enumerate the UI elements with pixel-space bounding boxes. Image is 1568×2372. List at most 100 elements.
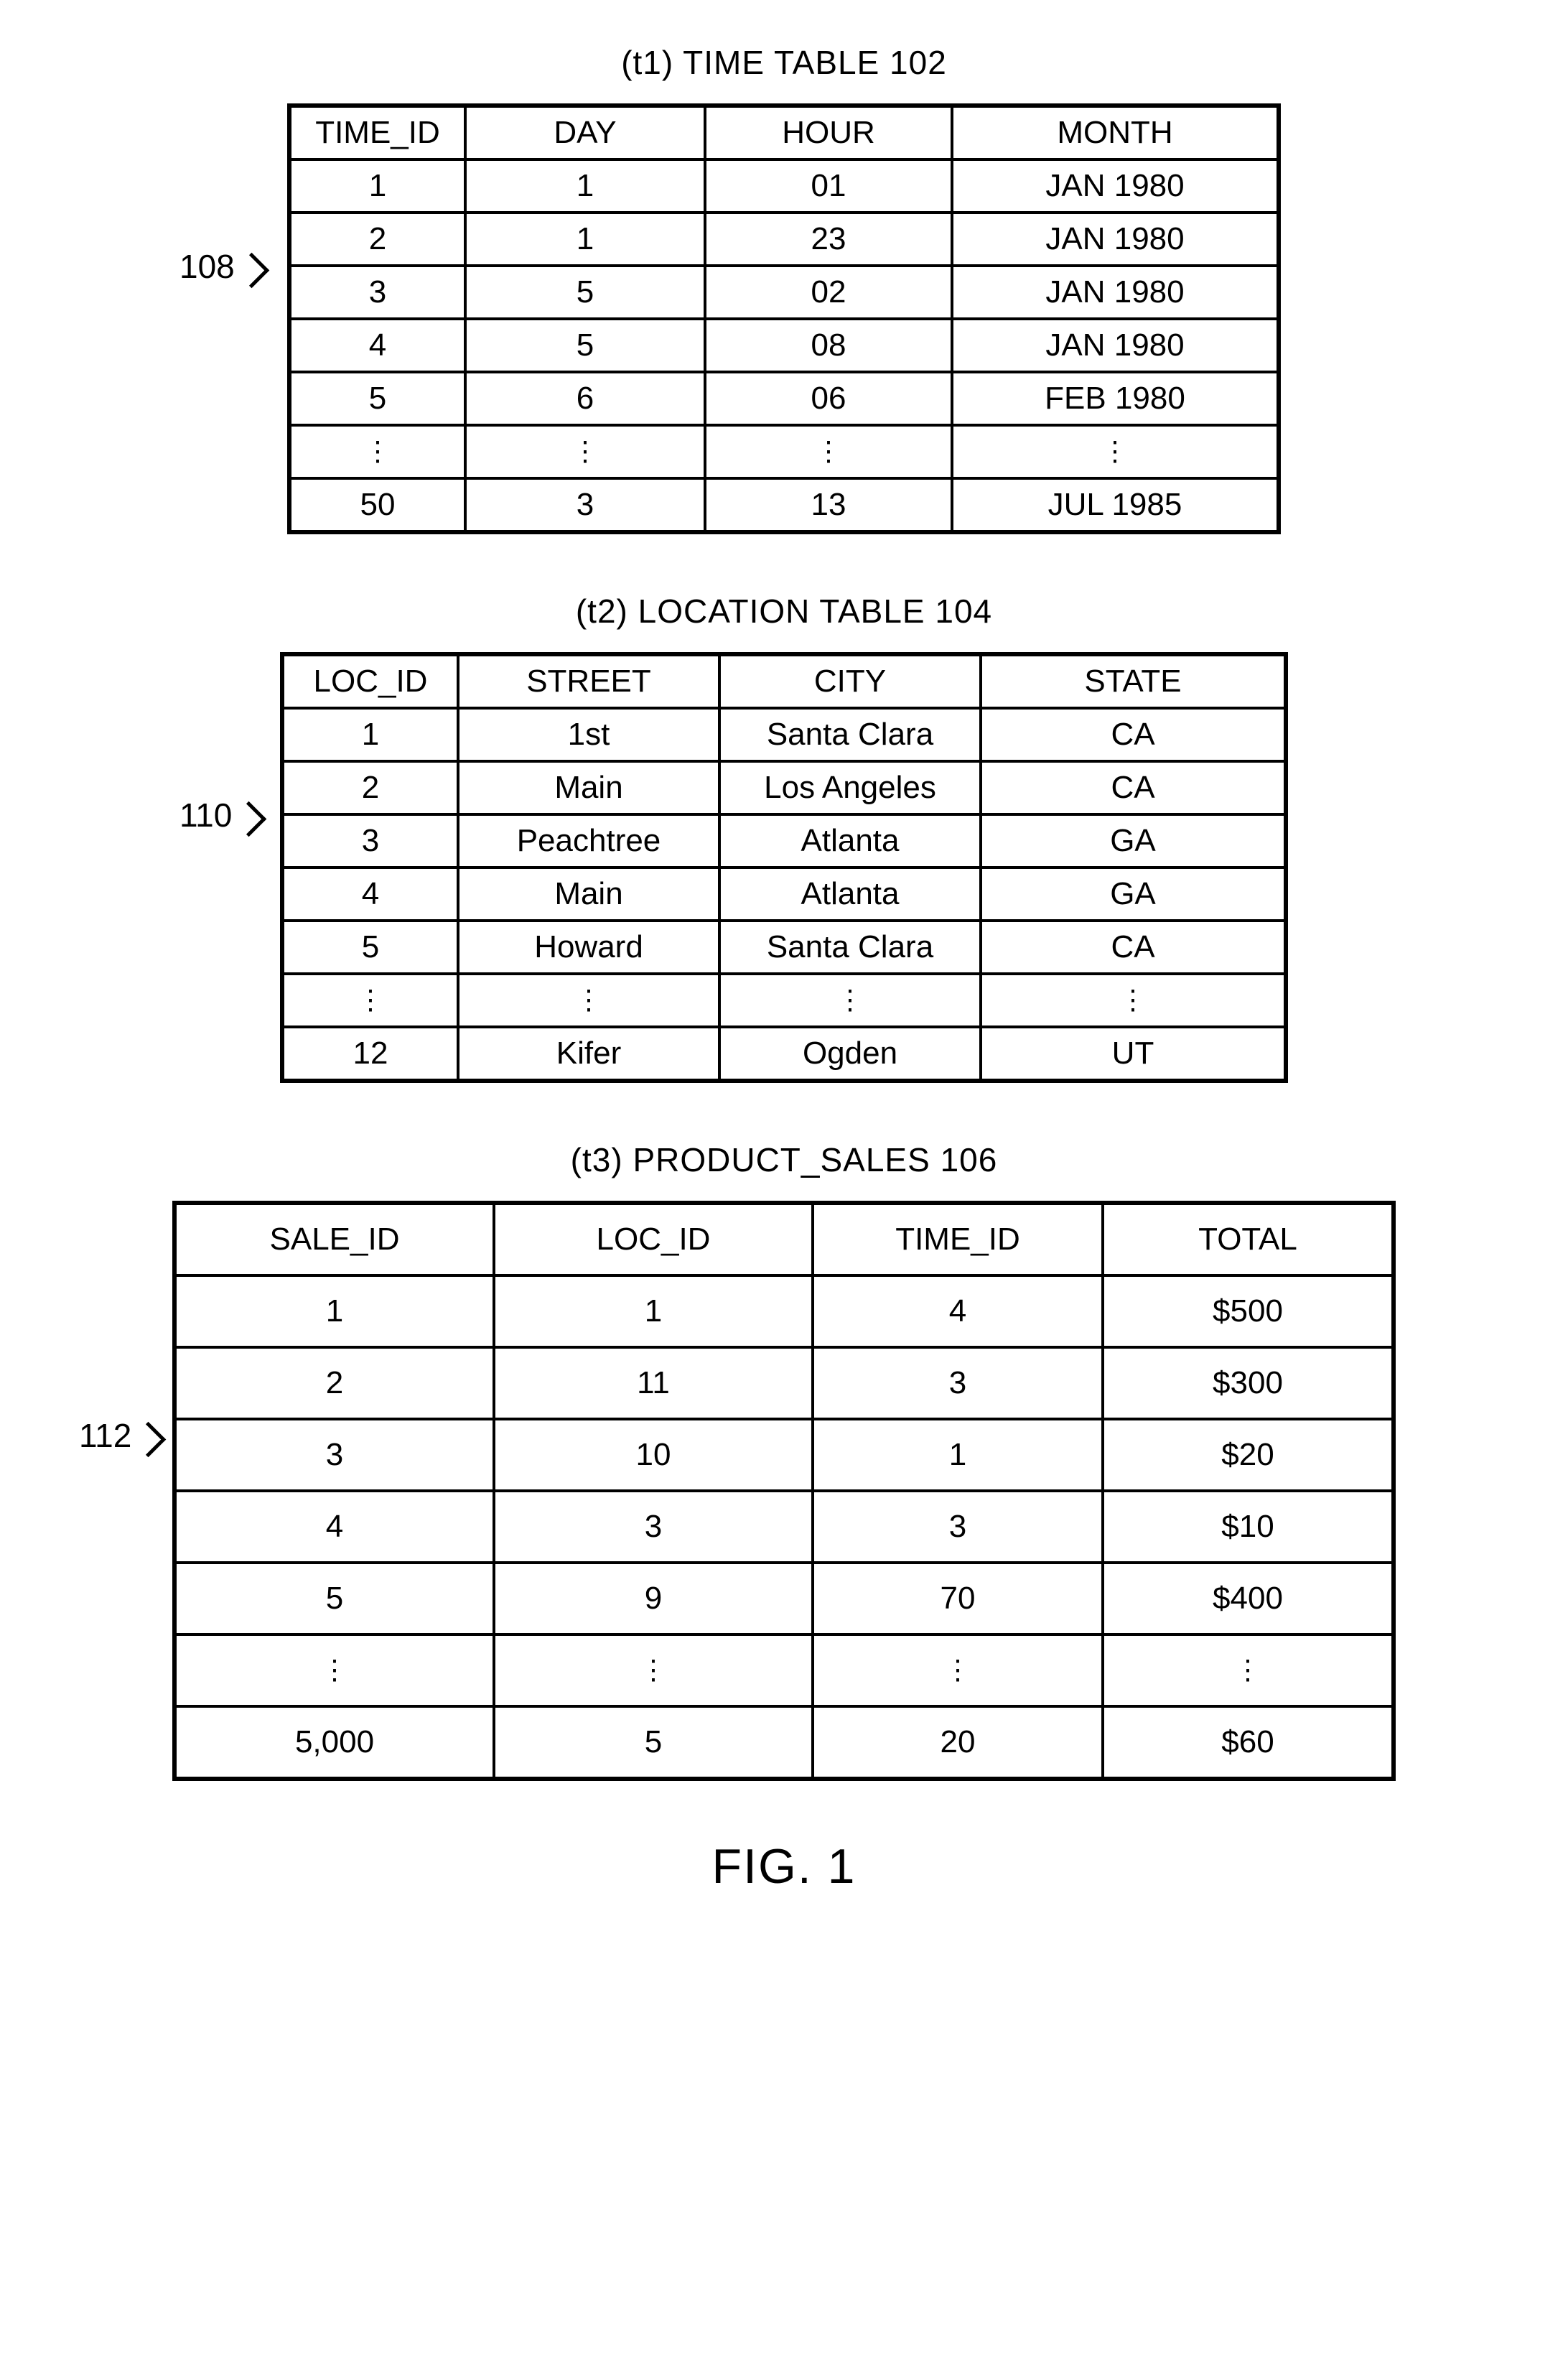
table-cell: 4 — [174, 1491, 494, 1563]
table-cell: 5 — [289, 372, 465, 425]
table-cell: JAN 1980 — [952, 266, 1279, 319]
figure-label: FIG. 1 — [72, 1838, 1496, 1894]
table-cell: 4 — [289, 319, 465, 372]
table-cell: 1 — [465, 213, 705, 266]
table-cell: 1 — [289, 159, 465, 213]
table-cell: 13 — [705, 478, 952, 532]
table-cell: ⋮ — [952, 425, 1279, 478]
table-cell: $20 — [1103, 1419, 1394, 1491]
table-cell: Main — [458, 761, 719, 814]
table-cell: $300 — [1103, 1347, 1394, 1419]
table-cell: Main — [458, 868, 719, 921]
table-cell: 5,000 — [174, 1706, 494, 1779]
table-row: 12KiferOgdenUT — [282, 1027, 1286, 1081]
table-cell: 1 — [174, 1275, 494, 1347]
callout-number: 112 — [79, 1416, 131, 1455]
table-caption: (t1) TIME TABLE 102 — [72, 43, 1496, 82]
table-cell: Ogden — [719, 1027, 981, 1081]
column-header: SALE_ID — [174, 1203, 494, 1275]
table-cell: $400 — [1103, 1563, 1394, 1634]
table-cell: 3 — [494, 1491, 813, 1563]
table-row: 2123JAN 1980 — [289, 213, 1279, 266]
table-cell: JUL 1985 — [952, 478, 1279, 532]
table-cell: 06 — [705, 372, 952, 425]
table-row: ⋮⋮⋮⋮ — [282, 974, 1286, 1027]
callout-number: 108 — [179, 247, 235, 286]
table-cell: 1 — [465, 159, 705, 213]
table-cell: 5 — [174, 1563, 494, 1634]
reference-callout: 110 — [179, 796, 261, 834]
table-row: 4MainAtlantaGA — [282, 868, 1286, 921]
table-cell: GA — [981, 814, 1286, 868]
table-cell: 6 — [465, 372, 705, 425]
table-cell: 1 — [813, 1419, 1103, 1491]
column-header: TOTAL — [1103, 1203, 1394, 1275]
callout-pointer-icon — [131, 1421, 166, 1456]
column-header: HOUR — [705, 106, 952, 159]
table-cell: Santa Clara — [719, 708, 981, 761]
column-header: LOC_ID — [494, 1203, 813, 1275]
table-cell: 50 — [289, 478, 465, 532]
table-row: 433$10 — [174, 1491, 1394, 1563]
table-cell: JAN 1980 — [952, 319, 1279, 372]
table-row: 3PeachtreeAtlantaGA — [282, 814, 1286, 868]
table-cell: 20 — [813, 1706, 1103, 1779]
table-cell: $60 — [1103, 1706, 1394, 1779]
table-cell: CA — [981, 708, 1286, 761]
table-cell: ⋮ — [705, 425, 952, 478]
table-cell: 3 — [282, 814, 458, 868]
table-cell: 2 — [282, 761, 458, 814]
table-cell: FEB 1980 — [952, 372, 1279, 425]
table-cell: ⋮ — [289, 425, 465, 478]
table-cell: UT — [981, 1027, 1286, 1081]
callout-number: 110 — [179, 796, 232, 834]
table-cell: 3 — [813, 1347, 1103, 1419]
table-cell: 10 — [494, 1419, 813, 1491]
table-cell: 11 — [494, 1347, 813, 1419]
table-cell: 3 — [289, 266, 465, 319]
table-row: 5HowardSanta ClaraCA — [282, 921, 1286, 974]
table-cell: 3 — [465, 478, 705, 532]
table-cell: 70 — [813, 1563, 1103, 1634]
table-cell: 5 — [494, 1706, 813, 1779]
table-cell: 3 — [813, 1491, 1103, 1563]
table-cell: 5 — [465, 266, 705, 319]
table-row: 5,000520$60 — [174, 1706, 1394, 1779]
table-cell: Santa Clara — [719, 921, 981, 974]
table-cell: GA — [981, 868, 1286, 921]
table-caption: (t2) LOCATION TABLE 104 — [72, 592, 1496, 631]
table-row: 11stSanta ClaraCA — [282, 708, 1286, 761]
table-cell: JAN 1980 — [952, 213, 1279, 266]
table-cell: CA — [981, 921, 1286, 974]
column-header: STATE — [981, 654, 1286, 708]
callout-pointer-icon — [231, 801, 266, 836]
table-row: ⋮⋮⋮⋮ — [174, 1634, 1394, 1706]
table-cell: 02 — [705, 266, 952, 319]
table-cell: 01 — [705, 159, 952, 213]
reference-callout: 112 — [79, 1416, 161, 1455]
table-cell: 12 — [282, 1027, 458, 1081]
table-cell: CA — [981, 761, 1286, 814]
reference-callout: 108 — [179, 247, 264, 286]
table-row: 3502JAN 1980 — [289, 266, 1279, 319]
column-header: STREET — [458, 654, 719, 708]
table-cell: Atlanta — [719, 814, 981, 868]
table-cell: 5 — [282, 921, 458, 974]
data-table: TIME_IDDAYHOURMONTH1101JAN 19802123JAN 1… — [287, 103, 1281, 534]
table-row: 4508JAN 1980 — [289, 319, 1279, 372]
callout-pointer-icon — [234, 252, 269, 287]
table-cell: ⋮ — [1103, 1634, 1394, 1706]
table-cell: 2 — [174, 1347, 494, 1419]
table-cell: ⋮ — [174, 1634, 494, 1706]
table-row: ⋮⋮⋮⋮ — [289, 425, 1279, 478]
table-row: 5606FEB 1980 — [289, 372, 1279, 425]
data-table: SALE_IDLOC_IDTIME_IDTOTAL114$5002113$300… — [172, 1201, 1396, 1781]
table-cell: JAN 1980 — [952, 159, 1279, 213]
table-cell: $10 — [1103, 1491, 1394, 1563]
table-cell: ⋮ — [494, 1634, 813, 1706]
table-cell: 3 — [174, 1419, 494, 1491]
table-cell: Howard — [458, 921, 719, 974]
table-cell: 1st — [458, 708, 719, 761]
column-header: DAY — [465, 106, 705, 159]
table-cell: Atlanta — [719, 868, 981, 921]
